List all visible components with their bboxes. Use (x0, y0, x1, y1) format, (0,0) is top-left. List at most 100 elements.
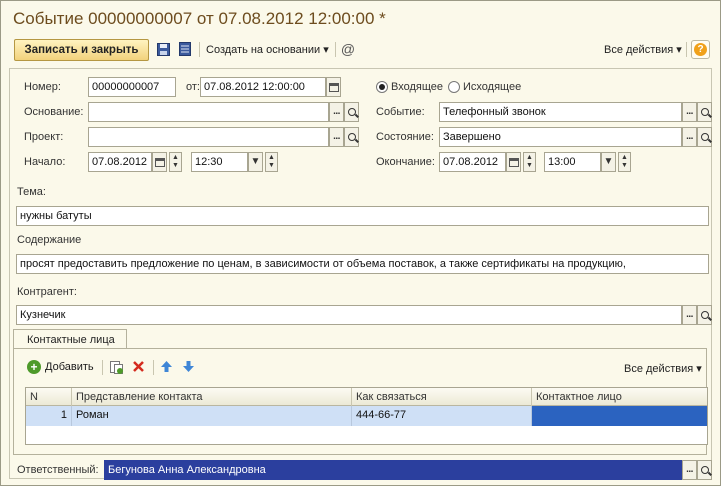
start-time-spinner[interactable]: ▲ ▼ (265, 152, 278, 172)
toolbar-separator (102, 360, 103, 375)
add-contact-label: Добавить (45, 361, 94, 373)
end-calendar-button[interactable] (506, 152, 521, 172)
toolbar-separator (153, 360, 154, 375)
project-open-button[interactable] (344, 127, 359, 147)
row-contact-person[interactable] (532, 406, 707, 426)
event-field[interactable]: Телефонный звонок (439, 102, 682, 122)
search-icon (700, 466, 709, 474)
responsible-open-button[interactable] (697, 460, 712, 480)
toolbar-separator (686, 42, 687, 57)
contacts-all-actions-label: Все действия (624, 363, 694, 375)
date-from-label: от: (186, 81, 200, 93)
project-label: Проект: (24, 131, 64, 143)
project-field[interactable] (88, 127, 329, 147)
start-time-dropdown[interactable]: ▼ (248, 152, 263, 172)
row-contact-method[interactable]: 444-66-77 (352, 406, 532, 426)
move-down-icon[interactable] (182, 360, 195, 376)
state-open-button[interactable] (697, 127, 712, 147)
email-at-icon[interactable]: @ (341, 41, 355, 57)
start-time-field[interactable]: 12:30 (191, 152, 248, 172)
all-actions-menu[interactable]: Все действия ▾ (604, 43, 682, 56)
basis-select-button[interactable]: ... (329, 102, 344, 122)
start-label: Начало: (24, 156, 66, 168)
calendar-icon (508, 157, 519, 167)
end-time-dropdown[interactable]: ▼ (601, 152, 616, 172)
basis-open-button[interactable] (344, 102, 359, 122)
column-header-n[interactable]: N (26, 388, 72, 406)
tab-contact-persons[interactable]: Контактные лица (13, 329, 127, 349)
basis-field[interactable] (88, 102, 329, 122)
records-list-icon[interactable] (178, 42, 192, 56)
move-up-icon[interactable] (160, 360, 173, 376)
search-icon (700, 108, 709, 116)
add-icon: + (27, 360, 41, 374)
state-select-button[interactable]: ... (682, 127, 697, 147)
content-field[interactable]: просят предоставить предложение по ценам… (16, 254, 709, 274)
counterparty-label: Контрагент: (17, 286, 77, 298)
incoming-label: Входящее (391, 81, 444, 93)
search-icon (347, 108, 356, 116)
end-time-field[interactable]: 13:00 (544, 152, 601, 172)
incoming-radio[interactable] (376, 81, 388, 93)
contacts-table: N Представление контакта Как связаться К… (25, 387, 708, 445)
save-icon[interactable] (156, 42, 170, 56)
outgoing-label: Исходящее (463, 81, 522, 93)
delete-icon[interactable] (132, 360, 145, 376)
toolbar-separator (199, 42, 200, 57)
responsible-select-button[interactable]: ... (682, 460, 697, 480)
state-field[interactable]: Завершено (439, 127, 682, 147)
search-icon (347, 133, 356, 141)
table-row[interactable]: 1 Роман 444-66-77 (26, 406, 707, 426)
document-date-field[interactable]: 07.08.2012 12:00:00 (200, 77, 326, 97)
end-label: Окончание: (376, 156, 435, 168)
responsible-field[interactable]: Бегунова Анна Александровна (104, 460, 682, 480)
toolbar-separator (335, 42, 336, 57)
event-label: Событие: (376, 106, 425, 118)
counterparty-open-button[interactable] (697, 305, 712, 325)
save-and-close-button[interactable]: Записать и закрыть (14, 39, 149, 61)
event-select-button[interactable]: ... (682, 102, 697, 122)
row-number: 1 (26, 406, 72, 426)
topic-label: Тема: (17, 186, 46, 198)
chevron-down-icon: ▾ (696, 363, 702, 375)
end-time-spinner[interactable]: ▲ ▼ (618, 152, 631, 172)
all-actions-label: Все действия (604, 44, 674, 56)
number-field[interactable]: 00000000007 (88, 77, 176, 97)
dropdown-arrow-icon: ▼ (250, 156, 261, 167)
project-select-button[interactable]: ... (329, 127, 344, 147)
table-header: N Представление контакта Как связаться К… (26, 388, 707, 406)
search-icon (700, 311, 709, 319)
chevron-down-icon: ▾ (676, 44, 682, 56)
start-date-field[interactable]: 07.08.2012 (88, 152, 152, 172)
document-window: Событие 00000000007 от 07.08.2012 12:00:… (0, 0, 721, 486)
column-header-contact-person[interactable]: Контактное лицо (532, 388, 707, 406)
help-button[interactable]: ? (691, 40, 710, 59)
end-date-spinner[interactable]: ▲ ▼ (523, 152, 536, 172)
state-label: Состояние: (376, 131, 434, 143)
contacts-all-actions-menu[interactable]: Все действия ▾ (624, 362, 702, 375)
responsible-label: Ответственный: (17, 464, 99, 476)
toolbar: Записать и закрыть Создать на основании … (1, 37, 720, 61)
outgoing-radio[interactable] (448, 81, 460, 93)
column-header-how-to-contact[interactable]: Как связаться (352, 388, 532, 406)
start-calendar-button[interactable] (152, 152, 167, 172)
chevron-down-icon: ▾ (323, 44, 329, 56)
content-label: Содержание (17, 234, 82, 246)
create-based-on-label: Создать на основании (206, 44, 321, 56)
counterparty-select-button[interactable]: ... (682, 305, 697, 325)
start-date-spinner[interactable]: ▲ ▼ (169, 152, 182, 172)
number-label: Номер: (24, 81, 61, 93)
column-header-contact-view[interactable]: Представление контакта (72, 388, 352, 406)
calendar-button[interactable] (326, 77, 341, 97)
add-contact-button[interactable]: + Добавить (27, 360, 94, 374)
row-contact-name[interactable]: Роман (72, 406, 352, 426)
counterparty-field[interactable]: Кузнечик (16, 305, 682, 325)
calendar-icon (154, 157, 165, 167)
event-open-button[interactable] (697, 102, 712, 122)
topic-field[interactable]: нужны батуты (16, 206, 709, 226)
end-date-field[interactable]: 07.08.2012 (439, 152, 506, 172)
calendar-icon (328, 82, 339, 92)
copy-icon[interactable] (109, 360, 124, 378)
dropdown-arrow-icon: ▼ (603, 156, 614, 167)
create-based-on-menu[interactable]: Создать на основании ▾ (206, 43, 329, 56)
